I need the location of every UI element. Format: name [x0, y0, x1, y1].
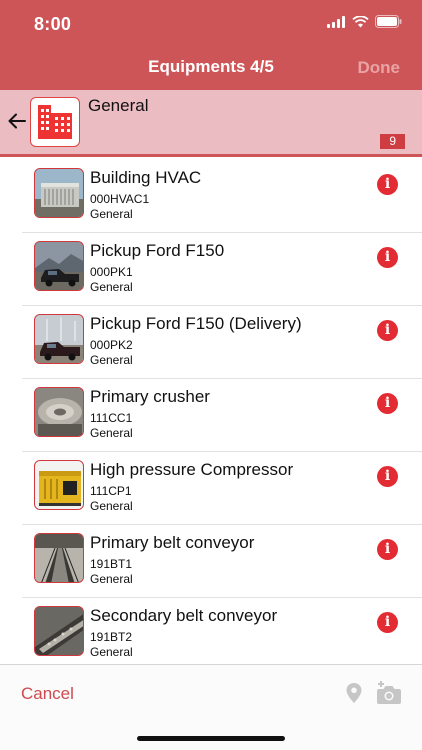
equipment-thumbnail: [34, 168, 84, 218]
equipment-group: General: [90, 426, 133, 440]
group-title: General: [88, 96, 149, 115]
info-icon[interactable]: i: [377, 320, 398, 341]
equipment-group: General: [90, 207, 133, 221]
equipment-code: 111CP1: [90, 484, 132, 498]
equipment-group: General: [90, 499, 133, 513]
signal-icon: [327, 15, 345, 28]
status-bar: 8:00: [0, 0, 422, 48]
equipment-code: 191BT2: [90, 630, 133, 644]
list-item[interactable]: Primary crusher 111CC1 General i: [22, 379, 422, 452]
equipment-thumbnail: [34, 314, 84, 364]
equipment-thumbnail: [34, 460, 84, 510]
equipment-group: General: [90, 353, 133, 367]
list-item[interactable]: High pressure Compressor 111CP1 General …: [22, 452, 422, 525]
equipment-name: Pickup Ford F150 (Delivery): [90, 314, 302, 333]
equipment-group: General: [90, 280, 133, 294]
cancel-button[interactable]: Cancel: [21, 684, 74, 704]
equipment-name: Primary crusher: [90, 387, 210, 406]
equipment-code: 000PK2: [90, 338, 133, 352]
equipment-code: 111CC1: [90, 411, 133, 425]
equipment-thumbnail: [34, 241, 84, 291]
location-pin-icon[interactable]: [345, 682, 363, 704]
equipment-code: 000PK1: [90, 265, 133, 279]
battery-icon: [375, 15, 402, 28]
list-item[interactable]: Pickup Ford F150 (Delivery) 000PK2 Gener…: [22, 306, 422, 379]
equipment-list[interactable]: Building HVAC 000HVAC1 General i Pickup …: [0, 160, 422, 664]
navigation-bar: Equipments 4/5 Done: [0, 48, 422, 90]
status-icons: [327, 15, 402, 28]
info-icon[interactable]: i: [377, 466, 398, 487]
equipment-thumbnail: [34, 606, 84, 656]
list-item[interactable]: Pickup Ford F150 000PK1 General i: [22, 233, 422, 306]
equipment-name: Pickup Ford F150: [90, 241, 225, 260]
equipment-code: 000HVAC1: [90, 192, 150, 206]
home-indicator: [137, 736, 285, 741]
equipment-name: Secondary belt conveyor: [90, 606, 278, 625]
equipment-thumbnail: [34, 533, 84, 583]
back-arrow-icon[interactable]: [6, 110, 28, 132]
status-time: 8:00: [34, 14, 72, 34]
count-badge: 9: [380, 134, 405, 149]
info-icon[interactable]: i: [377, 393, 398, 414]
group-header: General 9: [0, 90, 422, 157]
building-icon: [30, 97, 80, 147]
equipment-name: Primary belt conveyor: [90, 533, 255, 552]
list-item[interactable]: Building HVAC 000HVAC1 General i: [22, 160, 422, 233]
equipment-group: General: [90, 645, 133, 659]
add-photo-icon[interactable]: [375, 680, 403, 706]
equipment-thumbnail: [34, 387, 84, 437]
equipment-name: Building HVAC: [90, 168, 202, 187]
equipment-code: 191BT1: [90, 557, 133, 571]
equipment-name: High pressure Compressor: [90, 460, 294, 479]
list-item[interactable]: Primary belt conveyor 191BT1 General i: [22, 525, 422, 598]
equipment-group: General: [90, 572, 133, 586]
list-item[interactable]: Secondary belt conveyor 191BT2 General i: [22, 598, 422, 664]
info-icon[interactable]: i: [377, 247, 398, 268]
info-icon[interactable]: i: [377, 539, 398, 560]
done-button[interactable]: Done: [358, 58, 401, 78]
info-icon[interactable]: i: [377, 174, 398, 195]
info-icon[interactable]: i: [377, 612, 398, 633]
wifi-icon: [352, 15, 369, 27]
